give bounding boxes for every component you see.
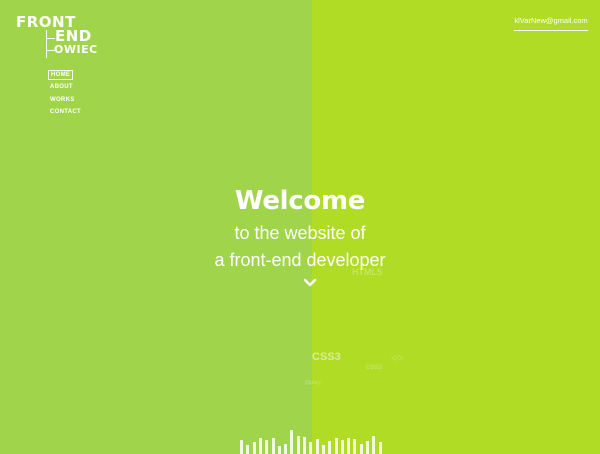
hero-subtitle-line1: to the website of	[234, 223, 366, 243]
equalizer-bar	[265, 440, 269, 454]
equalizer-bar	[303, 437, 306, 454]
main-navigation: HOME ABOUT WORKS CONTACT	[48, 63, 83, 121]
chevron-down-icon[interactable]	[302, 276, 318, 288]
floating-word-jquery: jQuery	[305, 380, 321, 386]
logo-text-owiec: OWIEC	[54, 43, 98, 56]
equalizer-bar	[340, 440, 344, 454]
nav-item-home[interactable]: HOME	[48, 70, 74, 80]
equalizer-bar	[359, 444, 363, 454]
equalizer-bar	[277, 446, 281, 454]
nav-item-contact[interactable]: CONTACT	[48, 108, 83, 116]
equalizer-bar	[347, 438, 351, 454]
equalizer-decoration	[238, 424, 388, 454]
equalizer-bar	[284, 444, 288, 454]
equalizer-bar	[334, 438, 338, 454]
equalizer-bar	[290, 430, 294, 454]
equalizer-bar	[321, 445, 325, 454]
equalizer-bar	[246, 445, 250, 454]
nav-item-works[interactable]: WORKS	[48, 96, 83, 104]
floating-word-css3: CSS3	[312, 351, 341, 363]
equalizer-bar	[372, 436, 376, 454]
equalizer-bar	[353, 439, 357, 454]
equalizer-bar	[252, 442, 256, 454]
equalizer-bar	[240, 440, 243, 454]
equalizer-bar	[309, 442, 313, 454]
site-logo[interactable]: FRONT END OWIEC	[16, 15, 100, 59]
hero-title: Welcome	[234, 186, 366, 216]
nav-item-about[interactable]: ABOUT	[48, 83, 83, 91]
equalizer-bar	[378, 442, 382, 454]
floating-word-css-small: CSS3	[366, 365, 382, 371]
equalizer-bar	[315, 439, 319, 454]
equalizer-bar	[366, 441, 369, 454]
equalizer-bar	[271, 438, 275, 454]
floating-word-tag: </>	[391, 353, 405, 363]
equalizer-bar	[328, 441, 332, 454]
logo-text-end: END	[55, 27, 92, 45]
equalizer-bar	[296, 436, 300, 454]
equalizer-bar	[258, 438, 262, 454]
hero-subtitle-line2: a front-end developer	[214, 250, 386, 270]
email-link[interactable]: klVarNew@gmail.com	[514, 16, 588, 31]
